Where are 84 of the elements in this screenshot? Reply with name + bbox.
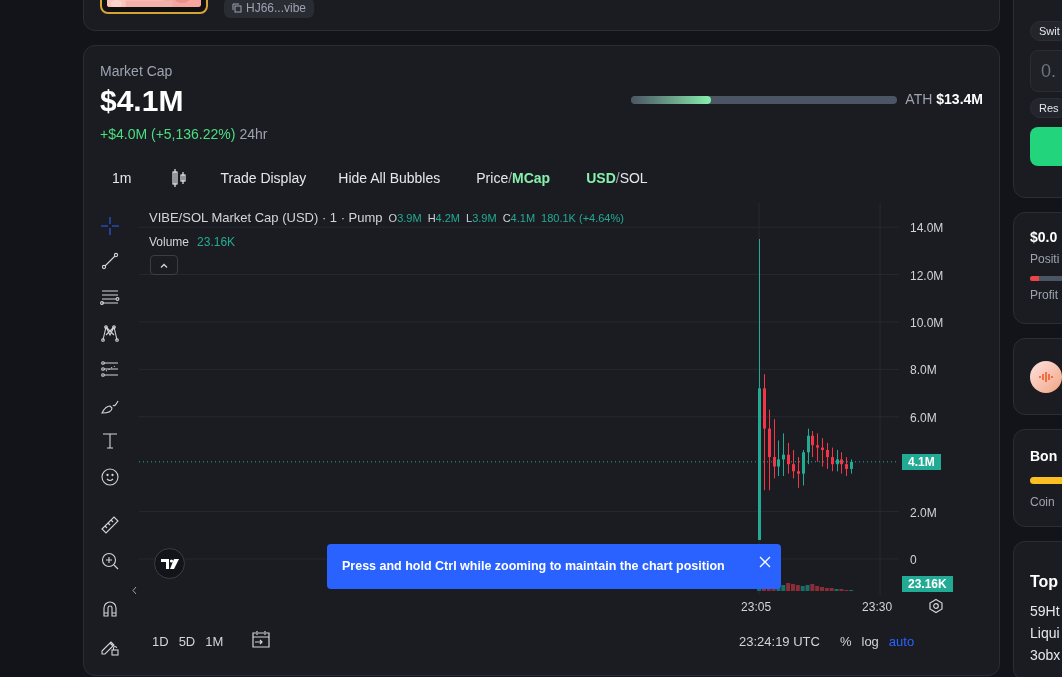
chart-title: VIBE/SOL Market Cap (USD) · 1 · Pump <box>149 209 383 227</box>
ruler-icon[interactable] <box>100 515 120 535</box>
ohlc-key: L <box>466 209 473 226</box>
candle <box>850 458 853 475</box>
volume-value: 23.16K <box>197 234 236 251</box>
candle <box>821 437 824 468</box>
ohlc-value: 4.2M <box>435 210 461 226</box>
zoom-in-icon[interactable] <box>100 551 120 571</box>
range-button[interactable]: 1D <box>152 632 169 652</box>
range-button[interactable]: 1M <box>205 632 224 652</box>
scale-button[interactable]: log <box>861 632 879 652</box>
market-cap-label: Market Cap <box>100 62 174 80</box>
toggle-button[interactable]: Price/MCap <box>476 167 551 189</box>
bonding-title: Bon <box>1030 447 1059 466</box>
change-text: +$4.0M (+5,136.22%) <box>100 125 236 144</box>
profit-label: Profit <box>1030 287 1059 304</box>
price-tag: 4.1M <box>902 453 941 470</box>
candle <box>826 442 829 470</box>
reset-button[interactable]: Res <box>1030 98 1062 118</box>
volume-label: Volume <box>149 234 190 251</box>
candle <box>816 432 819 463</box>
ohlc-value: 3.9M <box>397 210 422 226</box>
candle <box>797 456 800 489</box>
axis-label: 8.0M <box>910 362 937 380</box>
pattern-icon[interactable] <box>100 323 120 343</box>
holder-row[interactable]: Liqui <box>1030 622 1062 644</box>
caret-icon <box>160 262 168 268</box>
trend-line-icon[interactable] <box>100 251 120 271</box>
address-chip[interactable]: HJ66...vibe <box>224 0 315 18</box>
ath-value: $13.4M <box>936 90 983 109</box>
top-title: Top <box>1030 572 1060 592</box>
toast-message: Press and hold Ctrl while zooming to maintain the chart position <box>342 558 725 576</box>
fibonacci-icon[interactable] <box>100 359 120 379</box>
ohlc-key: H <box>427 209 436 226</box>
holder-row[interactable]: 3obx <box>1030 644 1062 666</box>
holder-row[interactable]: 59Ht <box>1030 600 1062 622</box>
axis-label: 12.0M <box>910 267 944 285</box>
text-tool-icon[interactable] <box>100 431 120 451</box>
axis-label: 10.0M <box>910 314 944 332</box>
candle <box>787 442 790 475</box>
coin-label: Coin <box>1030 494 1056 511</box>
toolbar-button[interactable]: Hide All Bubbles <box>338 167 441 189</box>
position-label: Positi <box>1030 251 1061 268</box>
position-value: $0.0 <box>1030 228 1059 247</box>
candle <box>792 449 795 479</box>
ath-label: ATH <box>905 90 933 109</box>
ohlc-key: O <box>388 209 398 226</box>
ohlc-value: 3.9M <box>472 210 497 226</box>
chevron-left-icon[interactable] <box>132 586 137 595</box>
settings-icon[interactable] <box>928 598 944 614</box>
candle <box>831 447 834 472</box>
switch-button[interactable]: Swit <box>1030 21 1062 42</box>
axis-label: 23:30 <box>862 599 893 616</box>
interval-button[interactable]: 1m <box>108 167 136 189</box>
copy-icon <box>232 3 242 13</box>
avatar-icon <box>1030 360 1062 393</box>
axis-label: 6.0M <box>910 409 937 427</box>
market-cap-value: $4.1M <box>100 83 185 119</box>
magnet-icon[interactable] <box>100 599 120 619</box>
range-button[interactable]: 5D <box>178 632 196 652</box>
scale-button[interactable]: % <box>839 632 852 652</box>
change-text: 180.1K (+4.64%) <box>541 210 624 226</box>
candle <box>802 449 805 486</box>
period-text: 24hr <box>239 125 268 144</box>
axis-label: 0 <box>910 551 917 569</box>
horizontal-lines-icon[interactable] <box>100 287 120 307</box>
logo-icon[interactable] <box>154 548 185 579</box>
amount-field[interactable]: 0. <box>1030 50 1062 92</box>
ohlc-key: C <box>502 209 511 226</box>
calendar-icon[interactable] <box>251 629 271 649</box>
smiley-icon[interactable] <box>100 467 120 487</box>
collapse-button[interactable] <box>150 255 178 275</box>
close-icon[interactable] <box>759 555 771 568</box>
candlestick-icon[interactable] <box>171 168 188 188</box>
axis-label: 23:05 <box>741 599 772 616</box>
clock-text: 23:24:19 UTC <box>739 633 820 651</box>
candle <box>782 432 785 477</box>
candle <box>845 456 848 477</box>
toggle-button[interactable]: USD/SOL <box>586 167 648 189</box>
axis-label: 14.0M <box>910 220 944 238</box>
axis-label: 2.0M <box>910 504 937 522</box>
volume-tag: 23.16K <box>902 576 953 592</box>
ohlc-value: 4.1M <box>510 210 536 226</box>
toolbar-button[interactable]: Trade Display <box>220 167 307 189</box>
